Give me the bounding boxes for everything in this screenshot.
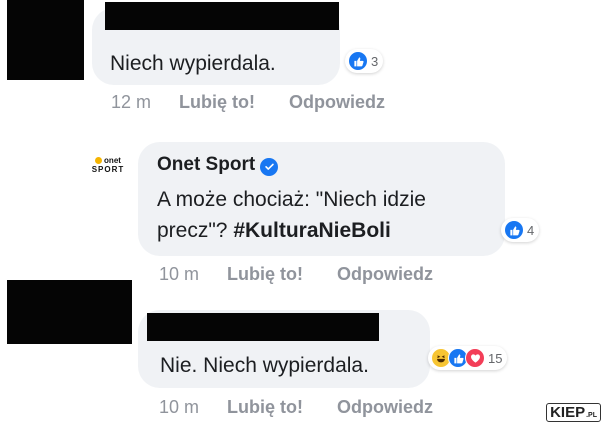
comment-timestamp[interactable]: 10 m [159, 397, 199, 418]
reactions-summary[interactable]: 4 [501, 218, 540, 242]
comment-actions: 10 m Lubię to! Odpowiedz [159, 264, 467, 285]
onet-logo-dot [95, 157, 103, 164]
reply-link[interactable]: Odpowiedz [289, 92, 385, 113]
comment-timestamp[interactable]: 10 m [159, 264, 199, 285]
author-name[interactable]: Onet Sport [157, 154, 255, 175]
comment-text-prefix: precz"? [157, 219, 234, 242]
avatar-logo-top: onet [104, 156, 121, 165]
comment-text: Niech wypierdala. [110, 52, 276, 75]
censored-avatar [7, 0, 84, 80]
censored-author-name [105, 2, 339, 30]
reaction-count: 4 [527, 222, 535, 238]
like-link[interactable]: Lubię to! [227, 264, 303, 285]
comment-text-line-1: A może chociaż: "Niech idzie [157, 188, 426, 211]
like-icon [504, 220, 524, 240]
comment-timestamp[interactable]: 12 m [111, 92, 151, 113]
like-link[interactable]: Lubię to! [179, 92, 255, 113]
avatar-logo-bottom: SPORT [91, 165, 125, 174]
reaction-count: 15 [488, 350, 503, 366]
censored-author-name [147, 313, 379, 341]
comment-actions: 12 m Lubię to! Odpowiedz [111, 92, 419, 113]
verified-badge-icon [260, 157, 279, 176]
watermark-main: KIEP [550, 404, 586, 421]
comment-author[interactable]: Onet Sport [157, 154, 279, 176]
comment-text: Nie. Niech wypierdala. [160, 354, 369, 377]
watermark-suffix: .PL [586, 412, 597, 419]
like-icon [348, 51, 368, 71]
hashtag-link[interactable]: #KulturaNieBoli [233, 219, 391, 242]
reply-link[interactable]: Odpowiedz [337, 264, 433, 285]
censored-avatar [7, 280, 132, 344]
site-watermark: KIEP .PL [546, 403, 601, 422]
reply-link[interactable]: Odpowiedz [337, 397, 433, 418]
like-link[interactable]: Lubię to! [227, 397, 303, 418]
reactions-summary[interactable]: 15 [428, 346, 508, 370]
reaction-count: 3 [371, 53, 379, 69]
comment-actions: 10 m Lubię to! Odpowiedz [159, 397, 467, 418]
avatar[interactable]: onet SPORT [85, 142, 131, 188]
reactions-summary[interactable]: 3 [345, 49, 384, 73]
comment-text-line-2: precz"? #KulturaNieBoli [157, 214, 391, 248]
love-icon [465, 348, 485, 368]
